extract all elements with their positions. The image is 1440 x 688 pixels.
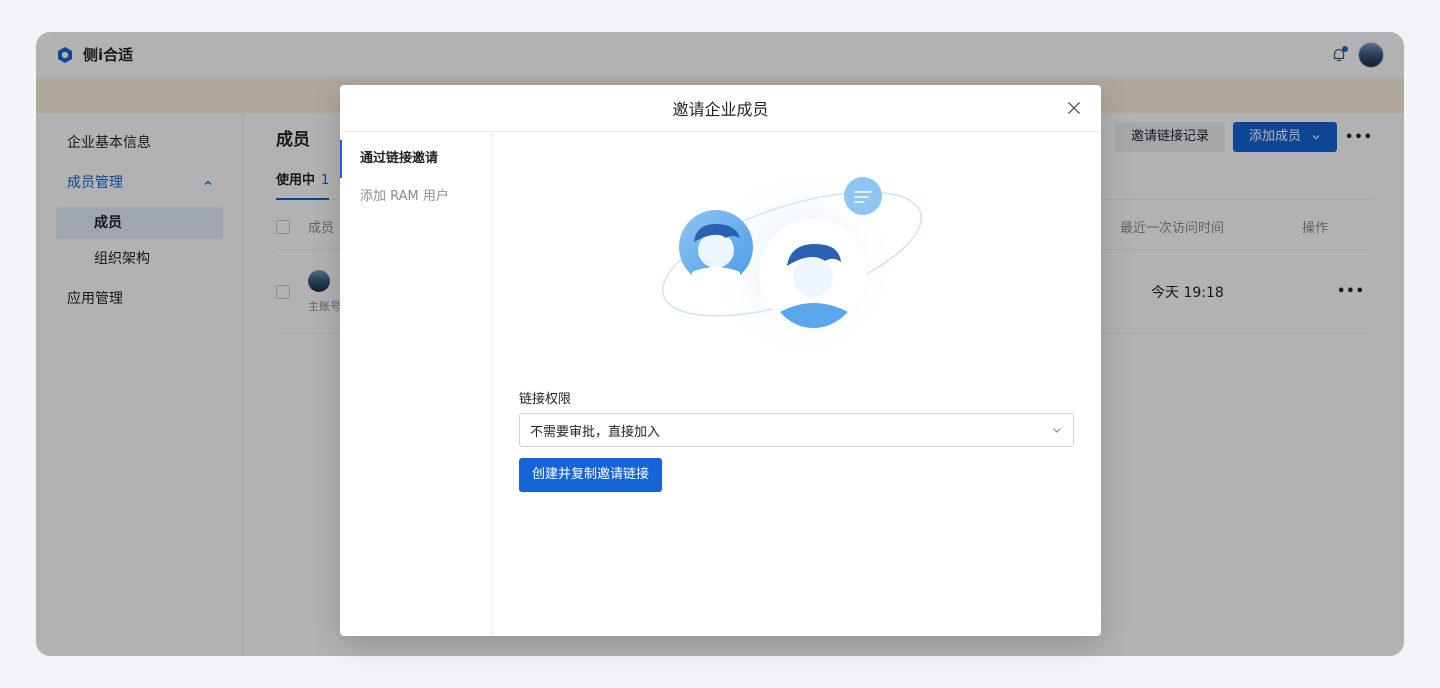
nav-item-link-invite[interactable]: 通过链接邀请 bbox=[340, 140, 491, 178]
modal-header: 邀请企业成员 bbox=[340, 85, 1101, 132]
permission-value: 不需要审批，直接加入 bbox=[530, 424, 661, 440]
create-copy-link-button[interactable]: 创建并复制邀请链接 bbox=[519, 458, 663, 492]
modal-body: 链接权限 不需要审批，直接加入 创建并复制邀请链接 bbox=[492, 132, 1101, 636]
modal-title: 邀请企业成员 bbox=[672, 100, 769, 119]
nav-item-add-ram-user[interactable]: 添加 RAM 用户 bbox=[340, 178, 491, 216]
invite-illustration bbox=[662, 164, 922, 364]
permission-label: 链接权限 bbox=[519, 392, 572, 407]
close-icon[interactable] bbox=[1065, 99, 1083, 117]
chevron-down-icon bbox=[1051, 424, 1063, 436]
modal-nav: 通过链接邀请 添加 RAM 用户 bbox=[340, 132, 492, 636]
permission-select[interactable]: 不需要审批，直接加入 bbox=[519, 413, 1074, 447]
invite-modal: 邀请企业成员 通过链接邀请 添加 RAM 用户 链接权限 不需要审批，直接加入 … bbox=[340, 85, 1101, 636]
